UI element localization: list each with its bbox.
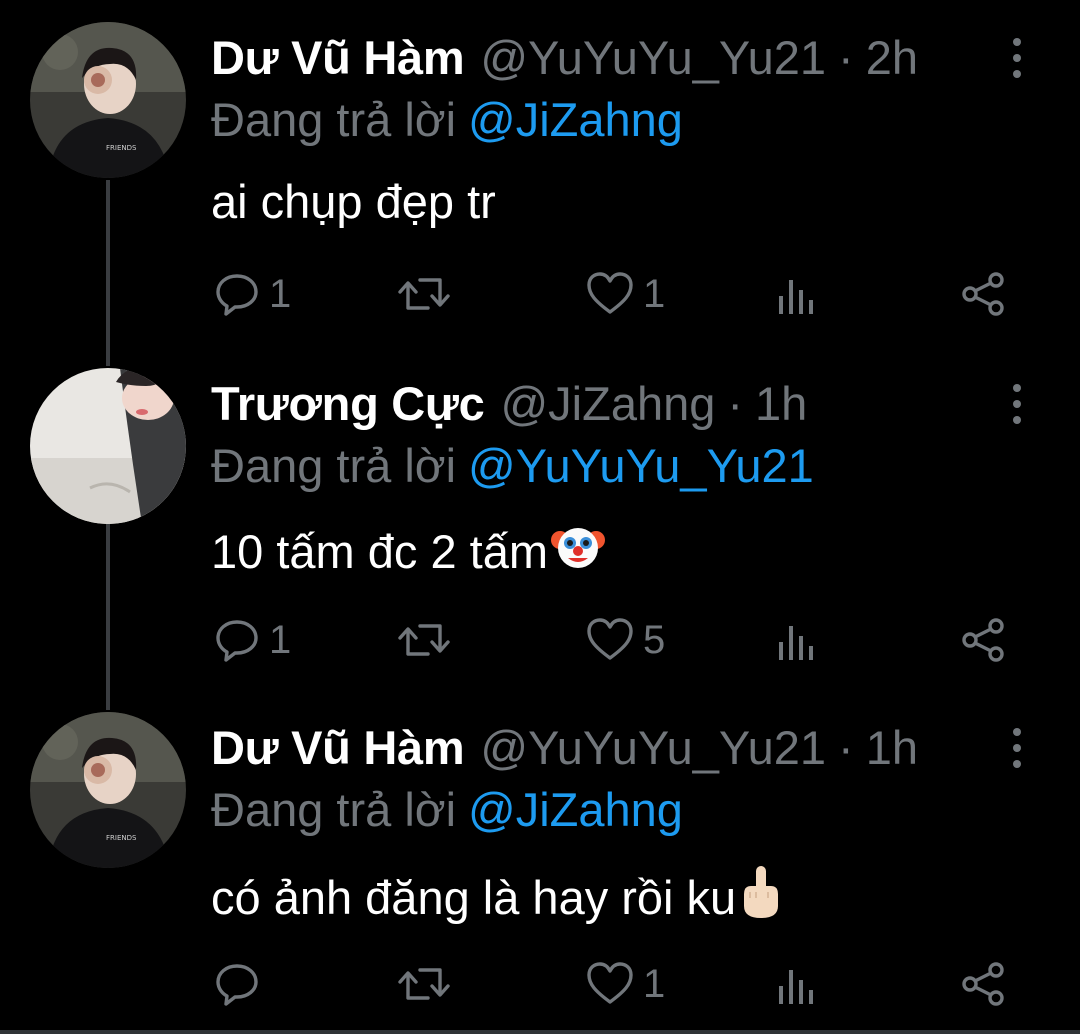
like-count: 5 — [643, 617, 666, 662]
replying-prefix: Đang trả lời — [211, 93, 457, 146]
share-icon — [962, 272, 1004, 316]
display-name[interactable]: Dư Vũ Hàm — [211, 30, 465, 86]
replying-prefix: Đang trả lời — [211, 783, 457, 836]
tweet-2[interactable]: Trương Cực @JiZahng · 1h Đang trả lời @Yu… — [0, 346, 1080, 690]
more-options-icon[interactable] — [1004, 384, 1030, 424]
avatar-photo: FRIENDS — [30, 712, 186, 868]
tweet-1[interactable]: FRIENDS Dư Vũ Hàm @YuYuYu_Yu21 · 2h Đang… — [0, 0, 1080, 344]
heart-icon — [587, 618, 633, 660]
heart-icon — [587, 272, 633, 314]
more-options-icon[interactable] — [1004, 728, 1030, 768]
reply-button[interactable] — [213, 956, 269, 1012]
tweet-body: 10 tấm đc 2 tấm — [211, 525, 548, 578]
share-icon — [962, 618, 1004, 662]
share-button[interactable] — [960, 956, 1006, 1012]
like-button[interactable]: 1 — [585, 266, 665, 322]
reply-icon — [216, 620, 258, 662]
tweet-header: Dư Vũ Hàm @YuYuYu_Yu21 · 1h — [211, 720, 918, 776]
bar-chart-icon — [779, 626, 813, 660]
tweet-text: 10 tấm đc 2 tấm — [211, 520, 606, 584]
like-button[interactable]: 5 — [585, 612, 665, 668]
user-handle[interactable]: @JiZahng — [500, 376, 715, 432]
timestamp[interactable]: 1h — [755, 376, 807, 432]
avatar-photo — [30, 368, 186, 524]
avatar[interactable]: FRIENDS — [30, 712, 186, 868]
timestamp[interactable]: 1h — [866, 720, 918, 776]
replying-to: Đang trả lời @YuYuYu_Yu21 — [211, 438, 814, 494]
reply-count: 1 — [269, 617, 292, 662]
tweet-header: Dư Vũ Hàm @YuYuYu_Yu21 · 2h — [211, 30, 918, 86]
retweet-button[interactable] — [398, 956, 458, 1012]
display-name[interactable]: Trương Cực — [211, 376, 485, 432]
timestamp[interactable]: 2h — [866, 30, 918, 86]
tweet-text: có ảnh đăng là hay rồi ku — [211, 864, 784, 932]
like-count: 1 — [643, 271, 666, 316]
share-button[interactable] — [960, 266, 1006, 322]
separator-dot: · — [838, 31, 854, 84]
views-button[interactable] — [776, 612, 816, 668]
separator-dot: · — [838, 721, 854, 774]
avatar-photo: FRIENDS — [30, 22, 186, 178]
tweet-3[interactable]: FRIENDS Dư Vũ Hàm @YuYuYu_Yu21 · 1h Đang… — [0, 690, 1080, 1034]
middle-finger-emoji — [738, 864, 784, 932]
clown-face-emoji — [550, 520, 606, 584]
action-bar: 1 1 — [0, 266, 1080, 322]
reply-icon — [216, 274, 258, 316]
like-count: 1 — [643, 961, 666, 1006]
bar-chart-icon — [779, 280, 813, 314]
reply-mention-link[interactable]: @YuYuYu_Yu21 — [468, 439, 814, 492]
retweet-button[interactable] — [398, 266, 458, 322]
svg-text:FRIENDS: FRIENDS — [106, 834, 137, 842]
action-bar: 1 5 — [0, 612, 1080, 668]
tweet-body: ai chụp đẹp tr — [211, 175, 496, 228]
tweet-header: Trương Cực @JiZahng · 1h — [211, 376, 807, 432]
tweet-body: có ảnh đăng là hay rồi ku — [211, 871, 737, 924]
svg-text:FRIENDS: FRIENDS — [106, 144, 137, 152]
share-button[interactable] — [960, 612, 1006, 668]
views-button[interactable] — [776, 266, 816, 322]
replying-to: Đang trả lời @JiZahng — [211, 782, 683, 838]
like-button[interactable]: 1 — [585, 956, 665, 1012]
reply-mention-link[interactable]: @JiZahng — [468, 783, 683, 836]
heart-icon — [587, 962, 633, 1004]
tweet-text: ai chụp đẹp tr — [211, 174, 496, 230]
retweet-button[interactable] — [398, 612, 458, 668]
bottom-divider — [0, 1030, 1080, 1034]
replying-prefix: Đang trả lời — [211, 439, 457, 492]
separator-dot: · — [727, 377, 744, 430]
replying-to: Đang trả lời @JiZahng — [211, 92, 683, 148]
share-icon — [962, 962, 1004, 1006]
user-handle[interactable]: @YuYuYu_Yu21 — [480, 30, 826, 86]
bar-chart-icon — [779, 970, 813, 1004]
reply-icon — [216, 964, 258, 1006]
views-button[interactable] — [776, 956, 816, 1012]
more-options-icon[interactable] — [1004, 38, 1030, 78]
avatar[interactable] — [30, 368, 186, 524]
reply-button[interactable]: 1 — [213, 612, 291, 668]
avatar[interactable]: FRIENDS — [30, 22, 186, 178]
display-name[interactable]: Dư Vũ Hàm — [211, 720, 465, 776]
user-handle[interactable]: @YuYuYu_Yu21 — [480, 720, 826, 776]
retweet-icon — [398, 968, 450, 1000]
action-bar: 1 — [0, 956, 1080, 1012]
reply-mention-link[interactable]: @JiZahng — [468, 93, 683, 146]
retweet-icon — [398, 624, 450, 656]
reply-button[interactable]: 1 — [213, 266, 291, 322]
reply-count: 1 — [269, 271, 292, 316]
retweet-icon — [398, 278, 450, 310]
